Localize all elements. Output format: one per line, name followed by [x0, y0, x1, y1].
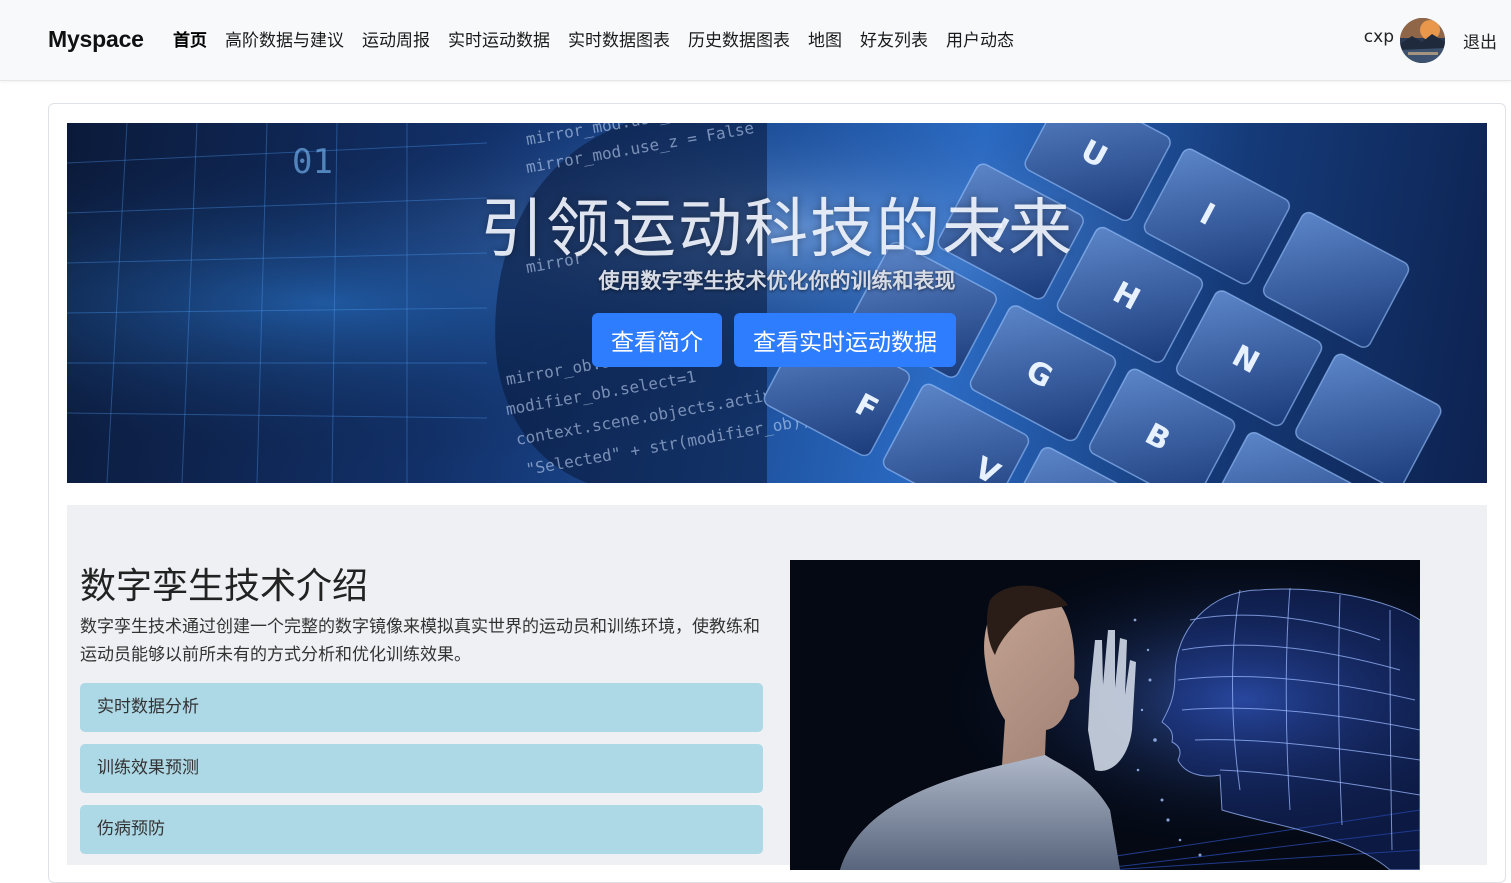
nav-link-history-charts[interactable]: 历史数据图表	[688, 28, 790, 54]
digital-twin-image	[790, 560, 1420, 870]
view-intro-button[interactable]: 查看简介	[592, 313, 722, 367]
intro-section: 数字孪生技术介绍 数字孪生技术通过创建一个完整的数字镜像来模拟真实世界的运动员和…	[67, 505, 1487, 870]
hero-title: 引领运动科技的未来	[480, 193, 1074, 267]
intro-description: 数字孪生技术通过创建一个完整的数字镜像来模拟真实世界的运动员和训练环境，使教练和…	[80, 617, 760, 665]
nav-link-weekly-report[interactable]: 运动周报	[362, 28, 430, 54]
hero-buttons: 查看简介 查看实时运动数据	[592, 313, 968, 367]
username[interactable]: cxp	[1364, 27, 1394, 47]
nav-link-home[interactable]: 首页	[173, 28, 207, 54]
nav-link-realtime-data[interactable]: 实时运动数据	[448, 28, 550, 54]
hero-background-image: 01 mirror_mod.use_y = True mirror_mod.us…	[67, 123, 1487, 483]
intro-title: 数字孪生技术介绍	[80, 566, 369, 607]
view-realtime-data-button[interactable]: 查看实时运动数据	[734, 313, 956, 367]
hero-subtitle: 使用数字孪生技术优化你的训练和表现	[598, 269, 956, 293]
nav-links: 首页 高阶数据与建议 运动周报 实时运动数据 实时数据图表 历史数据图表 地图 …	[173, 28, 1032, 54]
feature-realtime-analysis: 实时数据分析	[80, 683, 763, 732]
nav-link-realtime-charts[interactable]: 实时数据图表	[568, 28, 670, 54]
nav-link-user-activity[interactable]: 用户动态	[946, 28, 1014, 54]
svg-text:01: 01	[292, 142, 333, 182]
logout-link[interactable]: 退出	[1463, 28, 1497, 53]
avatar[interactable]	[1400, 17, 1445, 63]
brand-logo[interactable]: Myspace	[48, 26, 144, 53]
feature-training-prediction: 训练效果预测	[80, 744, 763, 793]
nav-link-friends[interactable]: 好友列表	[860, 28, 928, 54]
nav-link-advanced-data[interactable]: 高阶数据与建议	[225, 28, 344, 54]
nav-link-map[interactable]: 地图	[808, 28, 842, 54]
feature-injury-prevention: 伤病预防	[80, 805, 763, 854]
top-navbar: Myspace 首页 高阶数据与建议 运动周报 实时运动数据 实时数据图表 历史…	[0, 0, 1511, 81]
user-area: cxp 退出	[1364, 17, 1497, 63]
hero-banner: 01 mirror_mod.use_y = True mirror_mod.us…	[67, 123, 1487, 483]
